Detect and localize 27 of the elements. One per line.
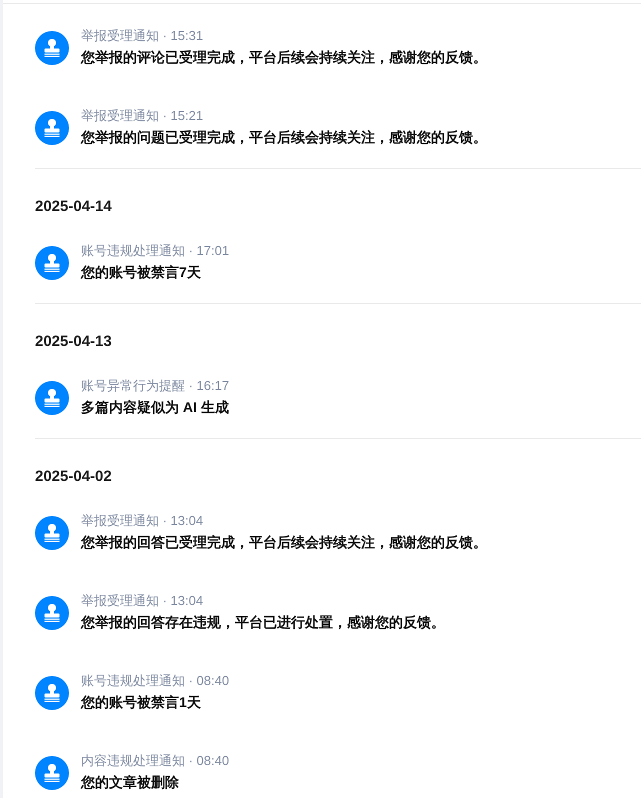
stamp-icon (35, 676, 69, 710)
notification-message: 您举报的回答存在违规，平台已进行处置，感谢您的反馈。 (81, 613, 445, 632)
notification-message: 多篇内容疑似为 AI 生成 (81, 398, 229, 417)
date-heading: 2025-04-02 (35, 467, 113, 487)
notification-message: 您的文章被删除 (81, 773, 179, 792)
stamp-icon (35, 596, 69, 630)
notification-title: 举报受理通知 · 13:04 (81, 592, 204, 610)
stamp-icon (35, 381, 69, 415)
stamp-icon (35, 516, 69, 550)
notification-title: 内容违规处理通知 · 08:40 (81, 752, 230, 770)
date-heading: 2025-04-14 (35, 197, 113, 217)
notification-title: 账号违规处理通知 · 17:01 (81, 242, 230, 260)
notification-title: 举报受理通知 · 15:31 (81, 27, 204, 45)
notification-message: 您的账号被禁言7天 (81, 263, 201, 282)
notification-title: 账号违规处理通知 · 08:40 (81, 672, 230, 690)
date-heading: 2025-04-13 (35, 332, 113, 352)
notification-title: 举报受理通知 · 15:21 (81, 107, 204, 125)
notification-message: 您举报的问题已受理完成，平台后续会持续关注，感谢您的反馈。 (81, 128, 487, 147)
notification-message: 您举报的回答已受理完成，平台后续会持续关注，感谢您的反馈。 (81, 533, 487, 552)
stamp-icon (35, 31, 69, 65)
notification-message: 您举报的评论已受理完成，平台后续会持续关注，感谢您的反馈。 (81, 48, 487, 67)
stamp-icon (35, 111, 69, 145)
notification-title: 账号异常行为提醒 · 16:17 (81, 377, 230, 395)
notification-title: 举报受理通知 · 13:04 (81, 512, 204, 530)
stamp-icon (35, 756, 69, 790)
notification-message: 您的账号被禁言1天 (81, 693, 201, 712)
stamp-icon (35, 246, 69, 280)
